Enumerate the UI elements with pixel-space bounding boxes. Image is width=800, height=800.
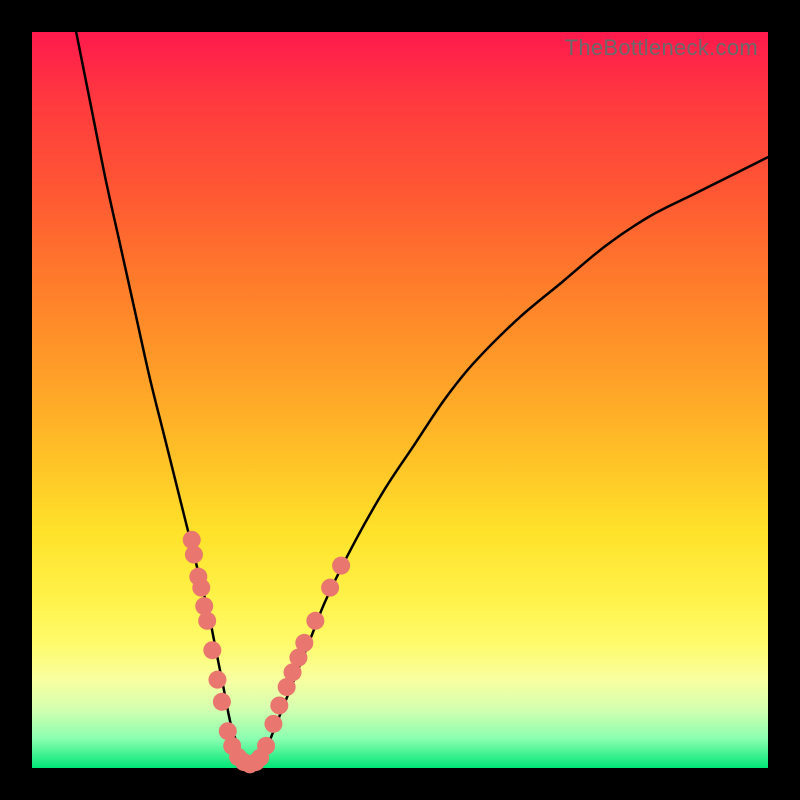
- chart-frame: TheBottleneck.com: [0, 0, 800, 800]
- highlighted-points-group: [183, 531, 350, 773]
- chart-overlay: [32, 32, 768, 768]
- highlighted-point: [295, 634, 313, 652]
- highlighted-point: [306, 612, 324, 630]
- highlighted-point: [198, 612, 216, 630]
- bottleneck-curve: [76, 32, 768, 768]
- highlighted-point: [270, 696, 288, 714]
- highlighted-point: [208, 671, 226, 689]
- plot-area: TheBottleneck.com: [32, 32, 768, 768]
- highlighted-point: [203, 641, 221, 659]
- highlighted-point: [321, 579, 339, 597]
- highlighted-point: [192, 579, 210, 597]
- highlighted-point: [257, 737, 275, 755]
- highlighted-point: [332, 557, 350, 575]
- highlighted-point: [264, 715, 282, 733]
- highlighted-point: [185, 546, 203, 564]
- highlighted-point: [213, 693, 231, 711]
